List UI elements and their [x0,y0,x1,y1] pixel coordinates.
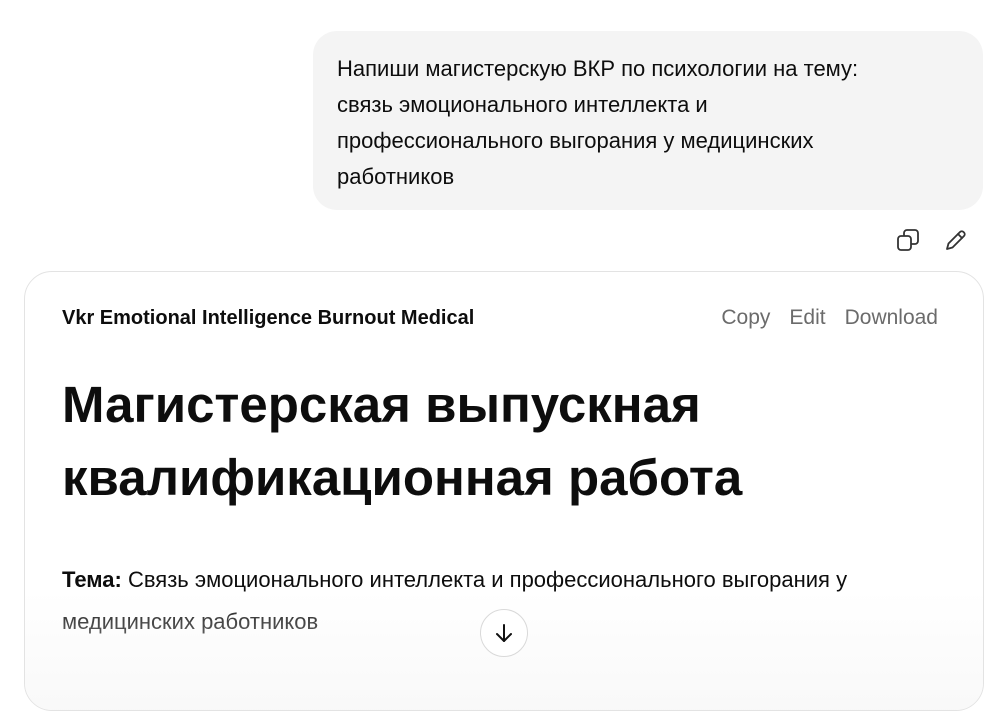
user-message-line: связь эмоционального интеллекта и [337,92,708,117]
canvas-header: Vkr Emotional Intelligence Burnout Medic… [62,306,938,330]
document-name: Vkr Emotional Intelligence Burnout Medic… [62,306,475,329]
topic-label: Тема: [62,567,122,592]
user-message-line: профессионального выгорания у медицински… [337,128,814,153]
copy-document-button[interactable]: Copy [721,306,770,330]
pencil-icon [946,230,966,250]
user-message-bubble: Напиши магистерскую ВКР по психологии на… [313,31,983,210]
download-document-button[interactable]: Download [845,306,938,330]
scroll-to-bottom-button[interactable] [480,609,528,657]
document-title-line: квалификационная работа [62,449,743,506]
document-title-line: Магистерская выпускная [62,376,701,433]
canvas-actions: Copy Edit Download [721,306,938,330]
copy-icon [897,229,919,251]
document-title: Магистерская выпускная квалификационная … [62,368,882,514]
user-message-line: работников [337,164,455,189]
edit-document-button[interactable]: Edit [789,306,825,330]
topic-text: Связь эмоционального интеллекта и профес… [121,567,848,592]
message-actions [893,225,971,255]
user-message-line: Напиши магистерскую ВКР по психологии на… [337,56,859,81]
edit-message-button[interactable] [941,225,971,255]
arrow-down-icon [496,624,512,642]
copy-message-button[interactable] [893,225,923,255]
